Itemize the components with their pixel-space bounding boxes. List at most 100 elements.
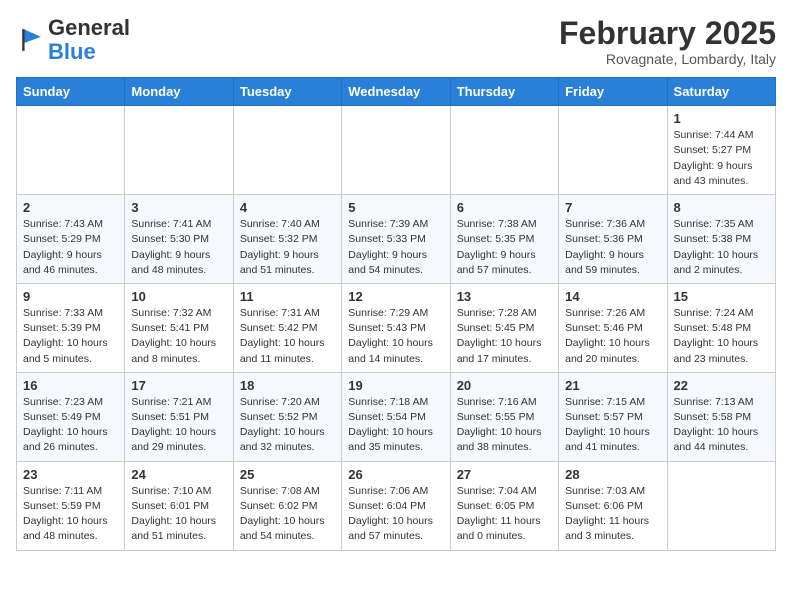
calendar-cell: 3 Sunrise: 7:41 AM Sunset: 5:30 PM Daylig… <box>125 195 233 284</box>
day-info: Sunrise: 7:15 AM Sunset: 5:57 PM Dayligh… <box>565 395 660 456</box>
day-info: Sunrise: 7:03 AM Sunset: 6:06 PM Dayligh… <box>565 484 660 545</box>
calendar-cell: 21Sunrise: 7:15 AM Sunset: 5:57 PM Dayli… <box>559 372 667 461</box>
calendar-week-row: 23Sunrise: 7:11 AM Sunset: 5:59 PM Dayli… <box>17 461 776 550</box>
day-info: Sunrise: 7:35 AM Sunset: 5:38 PM Dayligh… <box>674 217 769 278</box>
calendar-week-row: 2 Sunrise: 7:43 AM Sunset: 5:29 PM Daylig… <box>17 195 776 284</box>
calendar-cell <box>667 461 775 550</box>
day-info: Sunrise: 7:32 AM Sunset: 5:41 PM Dayligh… <box>131 306 226 367</box>
calendar-cell: 18 Sunrise: 7:20 AM Sunset: 5:52 PM Dayli… <box>233 372 341 461</box>
day-number: 13 <box>457 289 552 304</box>
day-number: 17 <box>131 378 226 393</box>
calendar-cell: 22Sunrise: 7:13 AM Sunset: 5:58 PM Dayli… <box>667 372 775 461</box>
weekday-header-monday: Monday <box>125 78 233 106</box>
calendar-cell: 27Sunrise: 7:04 AM Sunset: 6:05 PM Dayli… <box>450 461 558 550</box>
calendar-cell <box>450 106 558 195</box>
day-number: 10 <box>131 289 226 304</box>
calendar-cell: 19 Sunrise: 7:18 AM Sunset: 5:54 PM Dayli… <box>342 372 450 461</box>
day-number: 9 <box>23 289 118 304</box>
day-number: 26 <box>348 467 443 482</box>
day-number: 19 <box>348 378 443 393</box>
day-info: Sunrise: 7:26 AM Sunset: 5:46 PM Dayligh… <box>565 306 660 367</box>
calendar-cell: 11 Sunrise: 7:31 AM Sunset: 5:42 PM Dayli… <box>233 283 341 372</box>
logo-general-text: General <box>48 15 130 40</box>
logo: General Blue <box>16 16 130 64</box>
day-info: Sunrise: 7:28 AM Sunset: 5:45 PM Dayligh… <box>457 306 552 367</box>
calendar-cell: 24Sunrise: 7:10 AM Sunset: 6:01 PM Dayli… <box>125 461 233 550</box>
calendar-cell: 8 Sunrise: 7:35 AM Sunset: 5:38 PM Daylig… <box>667 195 775 284</box>
day-number: 15 <box>674 289 769 304</box>
day-info: Sunrise: 7:41 AM Sunset: 5:30 PM Dayligh… <box>131 217 226 278</box>
day-number: 4 <box>240 200 335 215</box>
day-number: 5 <box>348 200 443 215</box>
day-number: 18 <box>240 378 335 393</box>
calendar-cell: 12Sunrise: 7:29 AM Sunset: 5:43 PM Dayli… <box>342 283 450 372</box>
day-info: Sunrise: 7:29 AM Sunset: 5:43 PM Dayligh… <box>348 306 443 367</box>
day-number: 8 <box>674 200 769 215</box>
location-subtitle: Rovagnate, Lombardy, Italy <box>559 51 776 67</box>
calendar-cell: 4 Sunrise: 7:40 AM Sunset: 5:32 PM Daylig… <box>233 195 341 284</box>
day-number: 2 <box>23 200 118 215</box>
day-number: 27 <box>457 467 552 482</box>
day-info: Sunrise: 7:16 AM Sunset: 5:55 PM Dayligh… <box>457 395 552 456</box>
month-title: February 2025 <box>559 16 776 51</box>
weekday-header-tuesday: Tuesday <box>233 78 341 106</box>
calendar-cell <box>559 106 667 195</box>
weekday-header-friday: Friday <box>559 78 667 106</box>
day-info: Sunrise: 7:18 AM Sunset: 5:54 PM Dayligh… <box>348 395 443 456</box>
calendar-table: SundayMondayTuesdayWednesdayThursdayFrid… <box>16 77 776 550</box>
calendar-cell: 9 Sunrise: 7:33 AM Sunset: 5:39 PM Daylig… <box>17 283 125 372</box>
calendar-cell <box>125 106 233 195</box>
day-info: Sunrise: 7:40 AM Sunset: 5:32 PM Dayligh… <box>240 217 335 278</box>
day-info: Sunrise: 7:10 AM Sunset: 6:01 PM Dayligh… <box>131 484 226 545</box>
day-number: 14 <box>565 289 660 304</box>
day-info: Sunrise: 7:43 AM Sunset: 5:29 PM Dayligh… <box>23 217 118 278</box>
day-number: 28 <box>565 467 660 482</box>
day-number: 11 <box>240 289 335 304</box>
calendar-cell: 26 Sunrise: 7:06 AM Sunset: 6:04 PM Dayli… <box>342 461 450 550</box>
calendar-cell: 6 Sunrise: 7:38 AM Sunset: 5:35 PM Daylig… <box>450 195 558 284</box>
day-info: Sunrise: 7:31 AM Sunset: 5:42 PM Dayligh… <box>240 306 335 367</box>
page: General Blue February 2025 Rovagnate, Lo… <box>0 0 792 567</box>
calendar-cell: 14 Sunrise: 7:26 AM Sunset: 5:46 PM Dayli… <box>559 283 667 372</box>
day-number: 6 <box>457 200 552 215</box>
weekday-header-sunday: Sunday <box>17 78 125 106</box>
weekday-header-wednesday: Wednesday <box>342 78 450 106</box>
day-info: Sunrise: 7:06 AM Sunset: 6:04 PM Dayligh… <box>348 484 443 545</box>
logo-text: General Blue <box>48 16 130 64</box>
calendar-cell: 17 Sunrise: 7:21 AM Sunset: 5:51 PM Dayli… <box>125 372 233 461</box>
calendar-cell: 20 Sunrise: 7:16 AM Sunset: 5:55 PM Dayli… <box>450 372 558 461</box>
day-number: 25 <box>240 467 335 482</box>
calendar-cell <box>17 106 125 195</box>
day-info: Sunrise: 7:44 AM Sunset: 5:27 PM Dayligh… <box>674 128 769 189</box>
day-info: Sunrise: 7:24 AM Sunset: 5:48 PM Dayligh… <box>674 306 769 367</box>
calendar-cell <box>233 106 341 195</box>
calendar-cell <box>342 106 450 195</box>
day-info: Sunrise: 7:13 AM Sunset: 5:58 PM Dayligh… <box>674 395 769 456</box>
day-info: Sunrise: 7:33 AM Sunset: 5:39 PM Dayligh… <box>23 306 118 367</box>
logo-blue-text: Blue <box>48 39 96 64</box>
day-info: Sunrise: 7:21 AM Sunset: 5:51 PM Dayligh… <box>131 395 226 456</box>
calendar-cell: 28 Sunrise: 7:03 AM Sunset: 6:06 PM Dayli… <box>559 461 667 550</box>
day-info: Sunrise: 7:23 AM Sunset: 5:49 PM Dayligh… <box>23 395 118 456</box>
calendar-week-row: 1 Sunrise: 7:44 AM Sunset: 5:27 PM Daylig… <box>17 106 776 195</box>
day-info: Sunrise: 7:08 AM Sunset: 6:02 PM Dayligh… <box>240 484 335 545</box>
day-info: Sunrise: 7:36 AM Sunset: 5:36 PM Dayligh… <box>565 217 660 278</box>
calendar-week-row: 9 Sunrise: 7:33 AM Sunset: 5:39 PM Daylig… <box>17 283 776 372</box>
day-info: Sunrise: 7:38 AM Sunset: 5:35 PM Dayligh… <box>457 217 552 278</box>
calendar-cell: 16 Sunrise: 7:23 AM Sunset: 5:49 PM Dayli… <box>17 372 125 461</box>
day-number: 3 <box>131 200 226 215</box>
day-number: 1 <box>674 111 769 126</box>
calendar-cell: 1 Sunrise: 7:44 AM Sunset: 5:27 PM Daylig… <box>667 106 775 195</box>
day-number: 23 <box>23 467 118 482</box>
logo-icon <box>16 26 44 54</box>
calendar-cell: 25 Sunrise: 7:08 AM Sunset: 6:02 PM Dayli… <box>233 461 341 550</box>
day-info: Sunrise: 7:20 AM Sunset: 5:52 PM Dayligh… <box>240 395 335 456</box>
day-number: 16 <box>23 378 118 393</box>
day-number: 7 <box>565 200 660 215</box>
day-number: 20 <box>457 378 552 393</box>
title-block: February 2025 Rovagnate, Lombardy, Italy <box>559 16 776 67</box>
calendar-cell: 10 Sunrise: 7:32 AM Sunset: 5:41 PM Dayli… <box>125 283 233 372</box>
calendar-cell: 23Sunrise: 7:11 AM Sunset: 5:59 PM Dayli… <box>17 461 125 550</box>
calendar-cell: 2 Sunrise: 7:43 AM Sunset: 5:29 PM Daylig… <box>17 195 125 284</box>
day-info: Sunrise: 7:39 AM Sunset: 5:33 PM Dayligh… <box>348 217 443 278</box>
